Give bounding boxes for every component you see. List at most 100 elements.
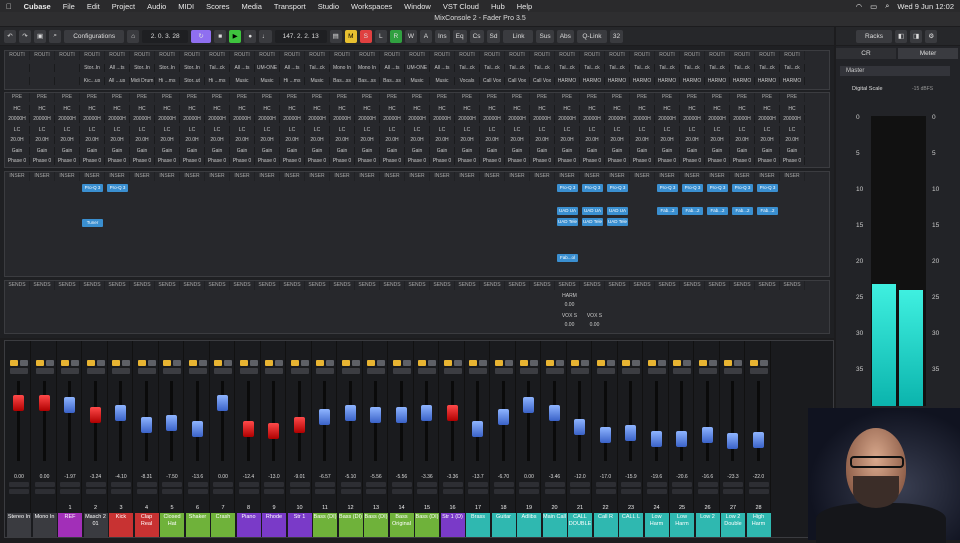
- listen-button[interactable]: [443, 360, 452, 366]
- channel-name[interactable]: High Harm: [746, 513, 771, 537]
- solo-button[interactable]: [147, 360, 156, 366]
- hc-value[interactable]: 20000H: [480, 115, 505, 123]
- master-label[interactable]: Master: [840, 66, 950, 76]
- hc-value[interactable]: 20000H: [5, 115, 30, 123]
- routing-label[interactable]: ROUTI: [180, 51, 205, 60]
- listen-button[interactable]: [622, 360, 630, 366]
- phase-button[interactable]: Phase 0: [780, 157, 805, 165]
- read-write-button[interactable]: [188, 368, 207, 374]
- lc-value[interactable]: 20.0H: [205, 136, 230, 144]
- edit-button[interactable]: [672, 489, 692, 494]
- fader-handle[interactable]: [344, 405, 356, 421]
- insert-label[interactable]: INSER: [305, 172, 330, 181]
- insert-label[interactable]: INSER: [105, 172, 130, 181]
- automation-button[interactable]: [621, 482, 641, 487]
- send-label[interactable]: SENDS: [780, 281, 805, 290]
- fader-handle[interactable]: [676, 430, 687, 447]
- qlink-button[interactable]: Q-Link: [576, 29, 607, 43]
- pre-label[interactable]: PRE: [80, 93, 105, 102]
- routing-label[interactable]: ROUTI: [780, 51, 805, 60]
- phase-button[interactable]: Phase 0: [155, 157, 180, 165]
- phase-button[interactable]: Phase 0: [605, 157, 630, 165]
- metronome-icon[interactable]: ♩: [259, 29, 272, 43]
- gain-button[interactable]: Gain: [480, 147, 505, 155]
- fader-value[interactable]: 0.00: [33, 474, 57, 480]
- hc-value[interactable]: 20000H: [105, 115, 130, 123]
- send-label[interactable]: SENDS: [55, 281, 80, 290]
- routing-output[interactable]: HARMO: [580, 77, 605, 85]
- send-label[interactable]: SENDS: [105, 281, 130, 290]
- send-label[interactable]: SENDS: [455, 281, 480, 290]
- send-label[interactable]: SENDS: [205, 281, 230, 290]
- fader-value[interactable]: -12.4: [237, 474, 261, 480]
- menu-project[interactable]: Project: [106, 2, 141, 11]
- automation-button[interactable]: [238, 482, 259, 487]
- lc-value[interactable]: 20.0H: [730, 136, 755, 144]
- routing-output[interactable]: Bas...ss: [380, 77, 405, 85]
- lc-value[interactable]: 20.0H: [455, 136, 480, 144]
- read-write-button[interactable]: [290, 368, 309, 374]
- phase-button[interactable]: Phase 0: [130, 157, 155, 165]
- routing-input[interactable]: Tal...ck: [305, 64, 330, 72]
- channel-name[interactable]: Guitar: [491, 513, 516, 537]
- gain-button[interactable]: Gain: [605, 147, 630, 155]
- gain-button[interactable]: Gain: [430, 147, 455, 155]
- listen-button[interactable]: [698, 360, 707, 366]
- phase-button[interactable]: Phase 0: [380, 157, 405, 165]
- channel-name[interactable]: Call R: [593, 513, 618, 537]
- send-label[interactable]: SENDS: [355, 281, 380, 290]
- routing-output[interactable]: Midi Drum: [130, 77, 155, 85]
- fader-handle[interactable]: [64, 397, 75, 413]
- routing-input[interactable]: Tal...ck: [755, 64, 780, 72]
- read-button[interactable]: R: [389, 29, 402, 43]
- fader-value[interactable]: -4.10: [109, 474, 133, 480]
- send-label[interactable]: SENDS: [530, 281, 555, 290]
- routing-label[interactable]: ROUTI: [480, 51, 505, 60]
- pre-label[interactable]: PRE: [555, 93, 580, 102]
- automation-button[interactable]: [493, 482, 514, 487]
- read-write-button[interactable]: [647, 368, 666, 374]
- routing-output[interactable]: [5, 77, 30, 85]
- fader-value[interactable]: -13.0: [262, 474, 286, 480]
- lc-value[interactable]: 20.0H: [80, 136, 105, 144]
- routing-output[interactable]: Kic...us: [80, 77, 105, 85]
- eq-button[interactable]: Eq: [452, 29, 467, 43]
- pre-label[interactable]: PRE: [130, 93, 155, 102]
- fader-handle[interactable]: [497, 409, 509, 425]
- insert-label[interactable]: INSER: [55, 172, 80, 181]
- hc-value[interactable]: 20000H: [30, 115, 55, 123]
- lc-value[interactable]: 20.0H: [30, 136, 55, 144]
- edit-button[interactable]: [289, 489, 310, 494]
- routing-input[interactable]: [55, 64, 80, 72]
- lc-value[interactable]: 20.0H: [405, 136, 430, 144]
- routing-output[interactable]: Bas...ss: [355, 77, 380, 85]
- pre-label[interactable]: PRE: [330, 93, 355, 102]
- routing-output[interactable]: HARMO: [555, 77, 580, 85]
- send-label[interactable]: SENDS: [280, 281, 305, 290]
- automation-button[interactable]: [111, 482, 131, 487]
- automation-button[interactable]: [570, 482, 590, 487]
- menu-help[interactable]: Help: [511, 2, 538, 11]
- channel-name[interactable]: Brass: [466, 513, 490, 537]
- channel-name[interactable]: Masch 2 01: [83, 513, 108, 537]
- settings-icon[interactable]: ⚙: [925, 29, 938, 43]
- tab-meter[interactable]: Meter: [898, 48, 958, 59]
- battery-icon[interactable]: ▭: [870, 2, 877, 11]
- solo-button[interactable]: [402, 360, 411, 366]
- phase-button[interactable]: Phase 0: [480, 157, 505, 165]
- edit-button[interactable]: [162, 489, 182, 494]
- read-write-button[interactable]: [545, 368, 564, 374]
- automation-button[interactable]: [162, 482, 182, 487]
- solo-button[interactable]: [96, 360, 105, 366]
- routing-output[interactable]: Stor..ut: [180, 77, 205, 85]
- insert-label[interactable]: INSER: [730, 172, 755, 181]
- solo-button[interactable]: [504, 360, 513, 366]
- read-write-button[interactable]: [214, 368, 232, 374]
- insert-fab[interactable]: Fab...2: [757, 207, 778, 215]
- gain-button[interactable]: Gain: [5, 147, 30, 155]
- routing-input[interactable]: Tal...ck: [705, 64, 730, 72]
- stop-button[interactable]: ■: [214, 29, 227, 43]
- send-vox-value[interactable]: 0.00: [557, 322, 582, 328]
- read-write-button[interactable]: [265, 368, 283, 374]
- hc-value[interactable]: 20000H: [405, 115, 430, 123]
